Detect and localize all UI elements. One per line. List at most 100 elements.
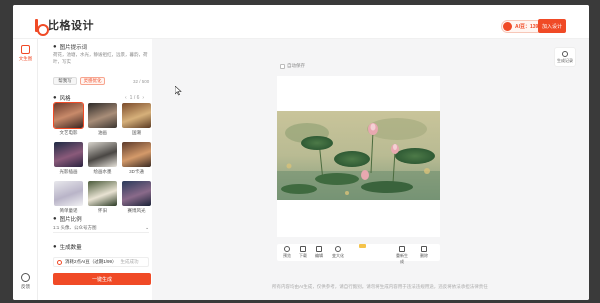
regenerate-icon <box>399 246 405 252</box>
history-label: 生成记录 <box>557 58 573 63</box>
top-header: 比格设计 AI豆：139 加入设计 <box>13 5 589 39</box>
count-title: 生成数量 <box>59 245 82 251</box>
chat-icon <box>21 273 30 282</box>
style-thumbnail <box>88 142 117 167</box>
auto-save-checkbox[interactable]: 自动保存 <box>280 63 305 69</box>
style-thumbnail <box>88 181 117 206</box>
style-thumbnail <box>53 102 84 129</box>
style-thumbnail <box>54 181 83 206</box>
style-pager: ‹ 1 / 6 › <box>125 95 144 101</box>
char-count: 32 / 500 <box>133 79 150 84</box>
prompt-textarea[interactable]: 荷花，池塘，水光，静谧祖红，远景，暮韵，荷叶，写实 <box>53 52 149 65</box>
generation-option-label: 消耗2点AI豆（过期1/99） <box>65 259 117 264</box>
prompt-title: 图片提示词 <box>59 45 88 51</box>
ai-points-badge[interactable]: AI豆：139 <box>501 20 544 33</box>
style-label: 绘画水墨 <box>93 169 112 174</box>
canvas-area: 自动保存 生成记录 预览 下载 编辑 变大化 重新生成 删除 所有内容均由AI生… <box>152 39 589 300</box>
history-button[interactable]: 生成记录 <box>554 47 576 67</box>
style-thumbnail <box>88 103 117 128</box>
write-for-me-chip[interactable]: 帮我写 <box>53 77 77 85</box>
download-icon <box>300 246 306 252</box>
left-rail: 文生图 反馈 <box>13 39 38 300</box>
logo-mark-icon <box>35 18 49 36</box>
style-card[interactable]: 简单童谣 <box>53 181 84 217</box>
style-card[interactable]: 国潮 <box>121 103 152 139</box>
image-chat-icon <box>21 45 30 54</box>
prompt-section-title: ● 图片提示词 <box>53 43 87 51</box>
lotus-pond-image <box>277 111 440 200</box>
count-section-title: ● 生成数量 <box>53 243 82 251</box>
style-thumbnail <box>122 142 151 167</box>
rail-item-label: 反馈 <box>21 284 30 289</box>
image-toolbar: 预览 下载 编辑 变大化 重新生成 删除 <box>277 244 440 264</box>
rail-item-feedback[interactable]: 反馈 <box>13 273 38 290</box>
join-button[interactable]: 加入设计 <box>538 19 566 33</box>
generation-hint: 生成成功 <box>120 259 139 264</box>
bullet-icon: ● <box>53 44 57 50</box>
logo[interactable]: 比格设计 <box>35 17 94 36</box>
eye-icon <box>284 246 290 252</box>
zoom-icon <box>335 246 341 252</box>
ratio-value: 1:1 头像、公众号方图 <box>53 225 97 230</box>
delete-tool[interactable]: 删除 <box>417 246 431 259</box>
ai-points-text: AI豆：139 <box>515 24 539 30</box>
tool-label: 重新生成 <box>396 253 408 264</box>
style-thumbnail <box>122 103 151 128</box>
generate-button[interactable]: 一键生成 <box>53 273 151 285</box>
style-page-number: 1 / 6 <box>129 95 140 101</box>
optimize-chip[interactable]: 灵感优化 <box>80 77 105 85</box>
style-card[interactable]: 油画 <box>87 103 118 139</box>
download-tool[interactable]: 下载 <box>296 246 310 259</box>
logo-text: 比格设计 <box>48 20 94 32</box>
upscale-tool[interactable]: 变大化 <box>331 246 345 259</box>
style-label: 光影插画 <box>59 169 78 174</box>
bullet-icon: ● <box>53 95 57 101</box>
mouse-cursor-icon <box>175 86 182 96</box>
chevron-left-icon[interactable]: ‹ <box>125 95 127 101</box>
edit-icon <box>316 246 322 252</box>
chevron-down-icon: ⌄ <box>145 225 149 230</box>
style-thumbnail <box>122 181 151 206</box>
chevron-right-icon[interactable]: › <box>142 95 144 101</box>
ratio-title: 图片比例 <box>59 217 82 223</box>
tool-label: 下载 <box>299 253 307 258</box>
vip-badge-icon <box>359 244 366 248</box>
style-thumbnail <box>54 142 83 167</box>
rail-item-label: 文生图 <box>18 56 33 61</box>
disclaimer-text: 所有内容均由AI生成，仅供参考，请自行甄别。请勿将生成内容用于违法违规用途，违反… <box>272 284 488 289</box>
style-card[interactable]: 绘画水墨 <box>87 142 118 178</box>
rail-item-text-to-image[interactable]: 文生图 <box>13 45 38 62</box>
tool-label: 变大化 <box>332 253 344 258</box>
history-icon <box>562 51 568 57</box>
tool-label: 预览 <box>283 253 291 258</box>
bullet-icon: ● <box>53 244 57 250</box>
radio-icon <box>57 259 62 265</box>
style-grid: 文艺电影 油画 国潮 光影插画 绘画水墨 3D卡通 简单童谣 怀旧 赛博风光 <box>53 102 152 217</box>
style-card[interactable]: 光影插画 <box>53 142 84 178</box>
style-label: 国潮 <box>132 130 141 135</box>
style-label: 油画 <box>98 130 107 135</box>
ratio-select[interactable]: 1:1 头像、公众号方图 ⌄ <box>53 224 149 233</box>
style-card[interactable]: 3D卡通 <box>121 142 152 178</box>
style-section-title: ● 风格 <box>53 94 71 102</box>
checkbox-icon <box>280 63 285 69</box>
generated-image[interactable] <box>277 111 440 200</box>
app-window: 比格设计 AI豆：139 加入设计 文生图 反馈 ● 图片提示词 荷花，池塘，水… <box>13 5 589 300</box>
style-label: 怀旧 <box>98 208 107 213</box>
generation-option[interactable]: 消耗2点AI豆（过期1/99） 生成成功 <box>53 257 149 267</box>
style-card[interactable]: 文艺电影 <box>53 102 84 139</box>
regenerate-tool[interactable]: 重新生成 <box>395 246 409 265</box>
style-label: 赛博风光 <box>127 208 146 213</box>
edit-tool[interactable]: 编辑 <box>312 246 326 259</box>
auto-save-label: 自动保存 <box>287 63 305 68</box>
settings-panel: ● 图片提示词 荷花，池塘，水光，静谧祖红，远景，暮韵，荷叶，写实 帮我写 灵感… <box>39 39 174 300</box>
style-card[interactable]: 怀旧 <box>87 181 118 217</box>
style-label: 3D卡通 <box>129 169 144 174</box>
tool-label: 编辑 <box>315 253 323 258</box>
preview-tool[interactable]: 预览 <box>280 246 294 259</box>
style-label: 文艺电影 <box>59 130 78 135</box>
generated-image-card <box>277 76 440 237</box>
style-label: 简单童谣 <box>59 208 78 213</box>
style-card[interactable]: 赛博风光 <box>121 181 152 217</box>
trash-icon <box>421 246 427 252</box>
